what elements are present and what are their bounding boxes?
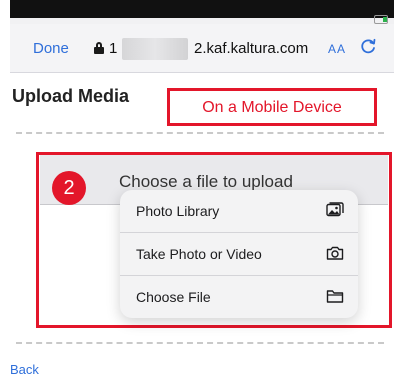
url-redaction <box>122 38 188 60</box>
battery-icon <box>374 15 388 24</box>
menu-item-label: Choose File <box>136 289 211 305</box>
photo-library-icon <box>326 202 344 217</box>
annotation-callout: On a Mobile Device <box>167 88 377 126</box>
file-source-menu: Photo Library Take Photo or Video Choose… <box>120 190 358 318</box>
menu-item-photo-library[interactable]: Photo Library <box>120 190 358 232</box>
reload-icon[interactable] <box>358 36 378 56</box>
menu-item-label: Photo Library <box>136 203 220 219</box>
lock-icon <box>94 42 104 54</box>
browser-toolbar: Done 1 2.kaf.kaltura.com AA <box>10 24 394 73</box>
url-domain[interactable]: 2.kaf.kaltura.com <box>194 40 308 57</box>
top-black-bar <box>10 0 394 18</box>
url-prefix[interactable]: 1 <box>109 40 117 57</box>
text-size-button[interactable]: AA <box>328 42 346 56</box>
left-gutter <box>0 0 10 383</box>
camera-icon <box>326 246 344 260</box>
menu-item-choose-file[interactable]: Choose File <box>120 276 358 318</box>
divider <box>16 132 384 134</box>
done-button[interactable]: Done <box>33 40 69 57</box>
page-title: Upload Media <box>12 86 130 106</box>
divider <box>16 342 384 344</box>
folder-icon <box>326 290 344 303</box>
back-link[interactable]: Back <box>10 362 39 377</box>
menu-item-take-photo[interactable]: Take Photo or Video <box>120 233 358 275</box>
annotation-label: On a Mobile Device <box>202 99 342 116</box>
menu-item-label: Take Photo or Video <box>136 246 262 262</box>
